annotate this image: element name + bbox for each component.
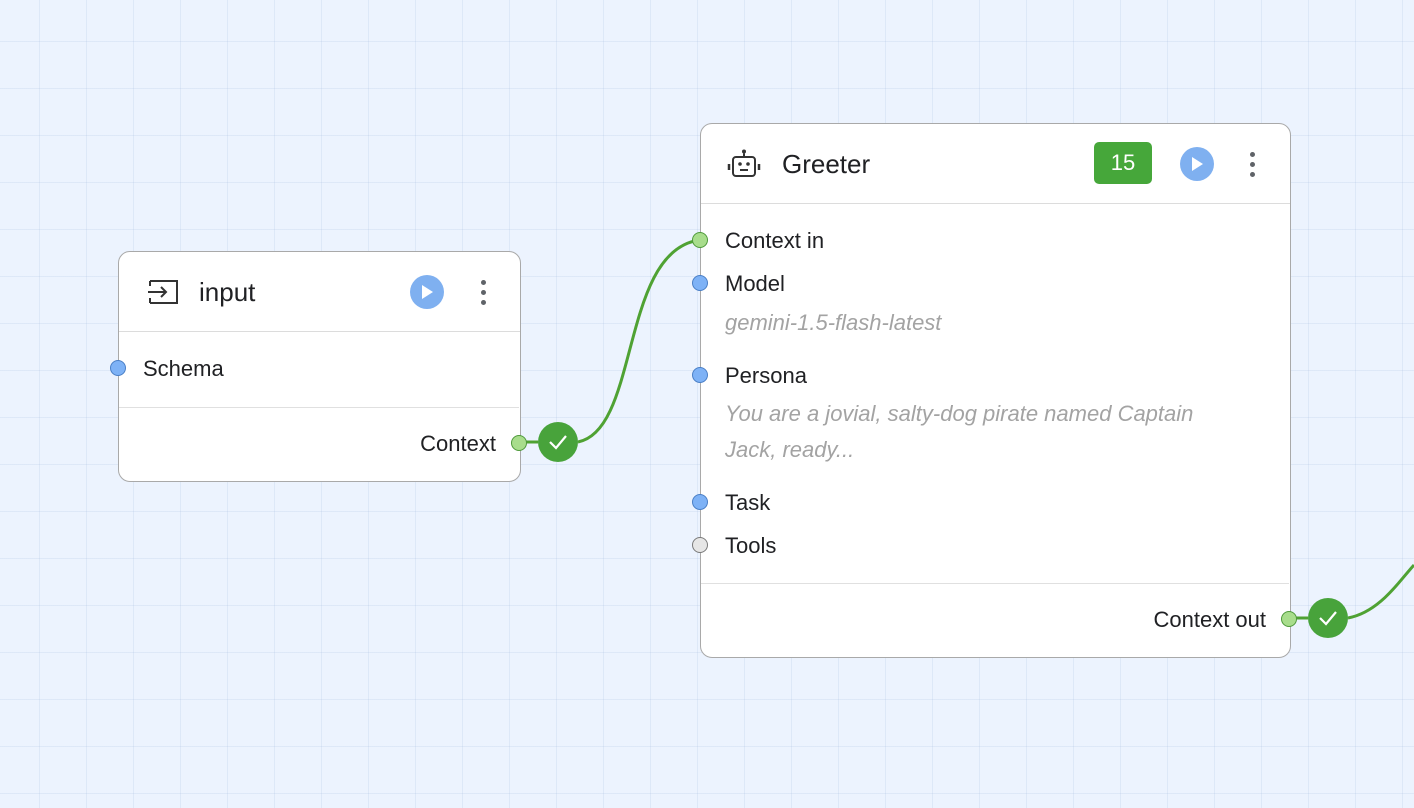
task-port[interactable] <box>692 494 708 510</box>
greeter-node-title: Greeter <box>782 149 871 179</box>
context-out-label: Context out <box>1153 607 1266 632</box>
context-out-port[interactable] <box>1281 611 1297 627</box>
tools-label: Tools <box>725 533 777 558</box>
input-node-header[interactable]: input <box>119 252 520 332</box>
tools-port[interactable] <box>692 537 708 553</box>
greeter-node-header[interactable]: Greeter 15 <box>701 124 1290 204</box>
persona-label: Persona <box>725 363 807 388</box>
greeter-run-button[interactable] <box>1180 147 1214 181</box>
context-in-port[interactable] <box>692 232 708 248</box>
wire-input-to-greeter[interactable] <box>519 238 701 444</box>
persona-port[interactable] <box>692 367 708 383</box>
play-icon <box>422 285 433 299</box>
context-port-label: Context <box>420 431 496 456</box>
persona-value-line-2[interactable]: Jack, ready... <box>725 432 854 468</box>
context-out-port[interactable] <box>511 435 527 451</box>
check-icon[interactable] <box>1308 598 1348 638</box>
count-badge: 15 <box>1094 142 1152 184</box>
model-label: Model <box>725 271 785 296</box>
context-in-label: Context in <box>725 228 825 253</box>
model-port[interactable] <box>692 275 708 291</box>
greeter-node-divider <box>701 583 1289 584</box>
input-node-title: input <box>199 277 256 307</box>
play-icon <box>1192 157 1203 171</box>
input-node-divider <box>119 407 519 408</box>
input-node[interactable]: input Schema Context <box>110 251 527 482</box>
check-icon[interactable] <box>538 422 578 462</box>
schema-port[interactable] <box>110 360 126 376</box>
greeter-node[interactable]: Greeter 15 Context in Model gemini-1.5-f… <box>692 123 1297 658</box>
input-menu-button[interactable] <box>473 275 493 309</box>
persona-value-line-1[interactable]: You are a jovial, salty-dog pirate named… <box>725 396 1193 432</box>
schema-port-label: Schema <box>143 356 224 381</box>
graph-canvas[interactable]: input Schema Context Greeter 15 Context … <box>0 0 1414 808</box>
robot-icon <box>726 146 762 182</box>
input-run-button[interactable] <box>410 275 444 309</box>
input-arrow-icon <box>145 274 181 310</box>
task-label: Task <box>725 490 771 515</box>
greeter-menu-button[interactable] <box>1242 147 1262 181</box>
model-value[interactable]: gemini-1.5-flash-latest <box>725 305 941 341</box>
